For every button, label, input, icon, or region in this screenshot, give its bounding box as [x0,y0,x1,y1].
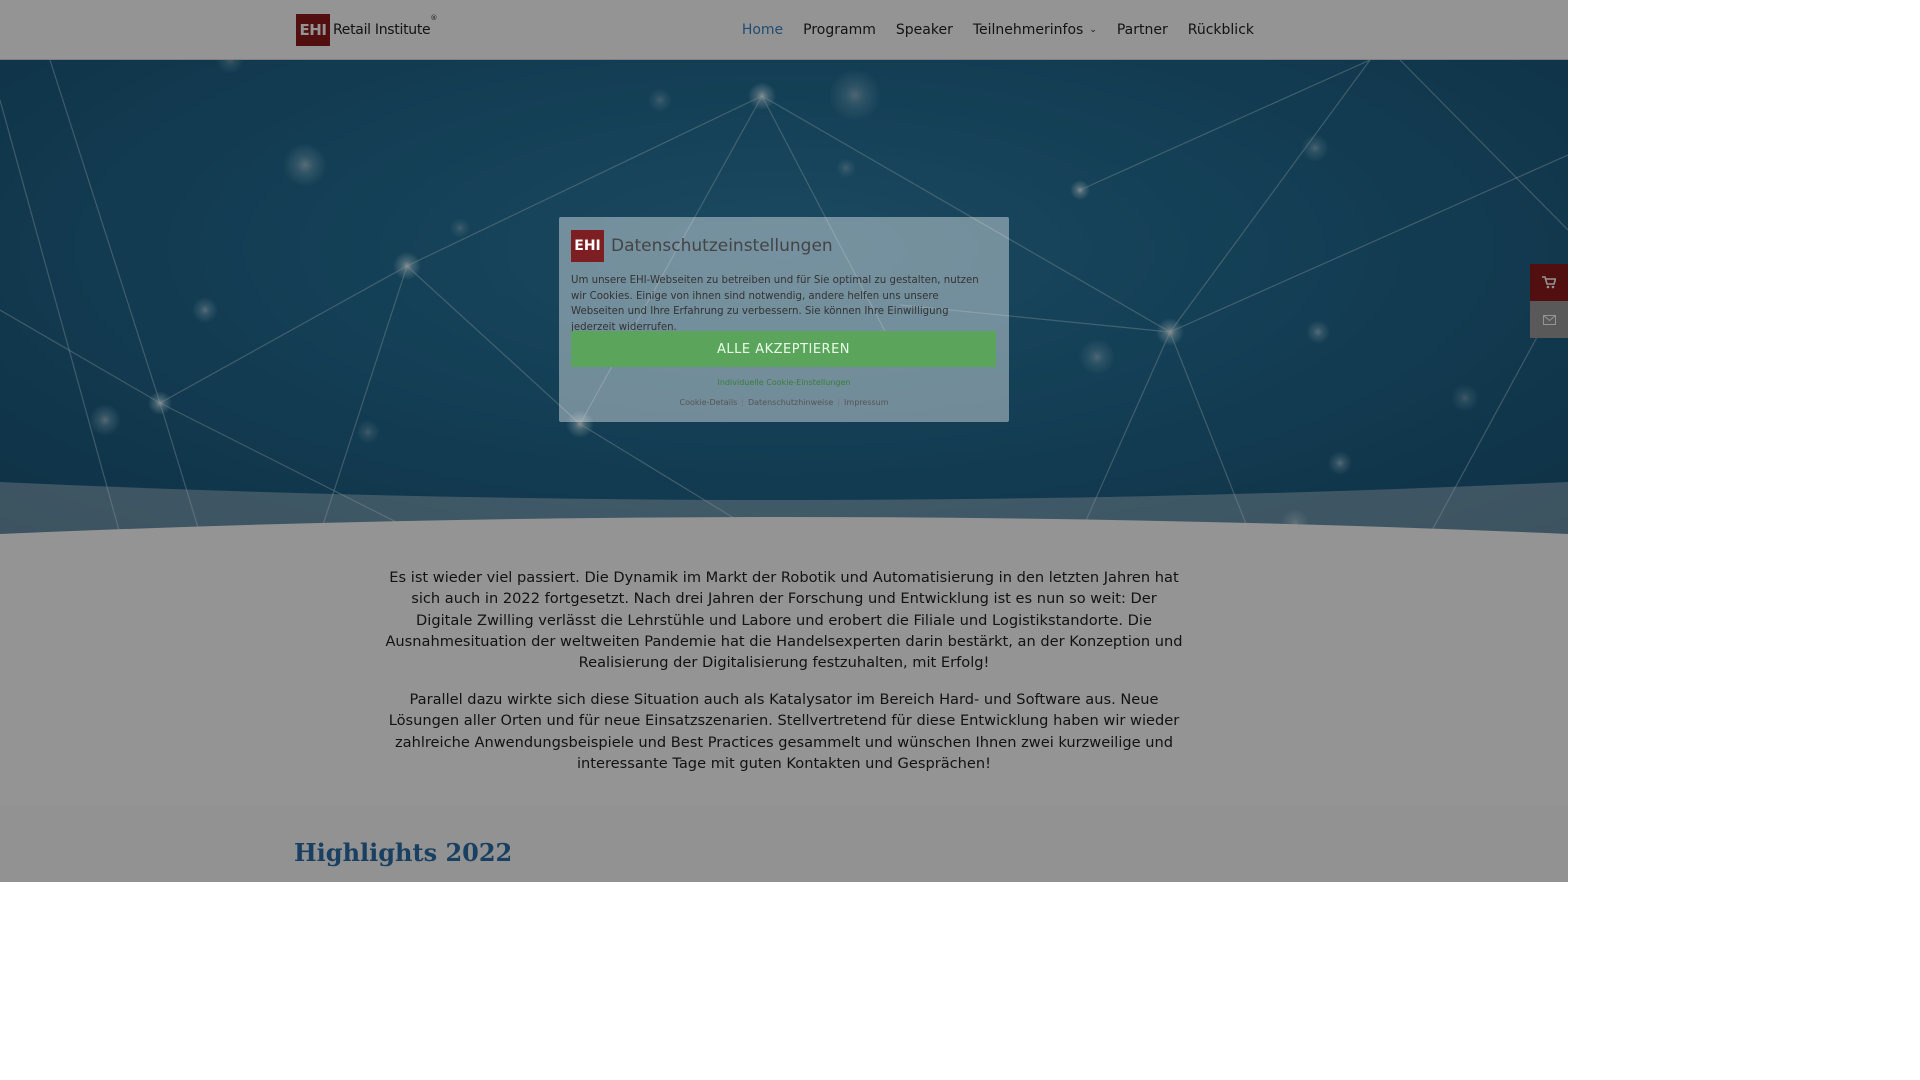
accept-all-button[interactable]: ALLE AKZEPTIEREN [571,331,996,367]
modal-title: Datenschutzeinstellungen [611,236,833,256]
individual-settings-link[interactable]: Individuelle Cookie-Einstellungen [559,378,1009,387]
modal-backdrop[interactable] [0,0,1568,882]
cookie-details-link[interactable]: Cookie-Details [679,398,737,407]
link-separator: | [741,398,744,407]
cookie-consent-modal: EHI Datenschutzeinstellungen Um unsere E… [559,217,1009,422]
modal-description: Um unsere EHI-Webseiten zu betreiben und… [571,275,979,333]
modal-footer-links: Cookie-Details | Datenschutzhinweise | Impre… [559,398,1009,407]
imprint-link[interactable]: Impressum [844,398,888,407]
modal-header: EHI Datenschutzeinstellungen [571,230,833,262]
privacy-link[interactable]: Datenschutzhinweise [748,398,833,407]
modal-logo: EHI [571,230,604,262]
link-separator: | [837,398,841,407]
